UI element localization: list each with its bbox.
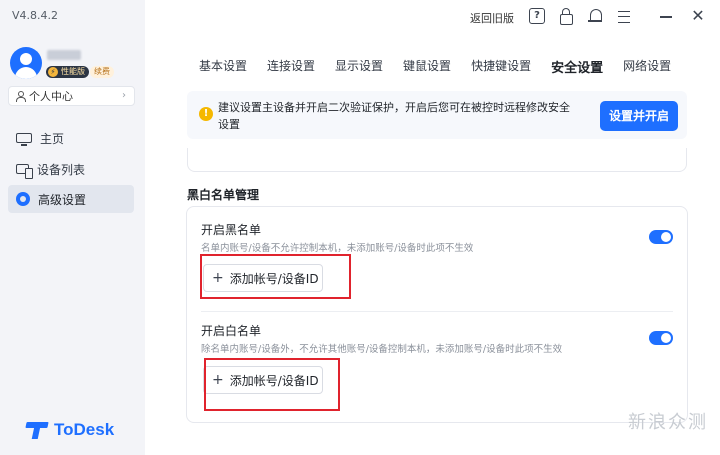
previous-card-bottom xyxy=(187,148,687,172)
sidebar-item-advanced-settings[interactable]: 高级设置 xyxy=(8,185,134,213)
title-bar: 返回旧版 ? ✕ xyxy=(145,0,720,34)
sidebar-item-devices[interactable]: 设备列表 xyxy=(8,155,134,183)
sidebar-item-label: 高级设置 xyxy=(38,192,87,207)
minimize-icon[interactable] xyxy=(658,8,674,24)
todesk-logo-icon xyxy=(26,421,48,439)
chevron-right-icon: › xyxy=(122,90,126,101)
highlight-box-blacklist xyxy=(200,254,351,299)
notice-text: 建议设置主设备并开启二次验证保护，开启后您可在被控时远程修改安全设置 xyxy=(218,101,570,131)
menu-icon[interactable] xyxy=(616,8,632,24)
blacklist-title: 开启黑名单 xyxy=(201,223,262,237)
tab-basic[interactable]: 基本设置 xyxy=(199,57,247,76)
highlight-box-whitelist xyxy=(204,358,340,411)
setup-enable-button[interactable]: 设置并开启 xyxy=(600,101,678,131)
devices-icon xyxy=(16,164,33,179)
whitelist-desc: 除名单内账号/设备外，不允许其他账号/设备控制本机，未添加账号/设备时此项不生效 xyxy=(201,344,563,355)
renew-badge[interactable]: 续费 xyxy=(90,66,114,78)
version-label: V4.8.4.2 xyxy=(12,9,59,22)
tab-network[interactable]: 网络设置 xyxy=(623,57,671,76)
whitelist-toggle[interactable] xyxy=(649,331,673,345)
username-blurred xyxy=(47,50,81,60)
section-title: 黑白名单管理 xyxy=(187,188,260,202)
avatar[interactable] xyxy=(10,47,42,79)
sidebar: V4.8.4.2 ⚡ 性能版 续费 个人中心 › 主页 设备列表 高级设置 To… xyxy=(0,0,145,455)
sidebar-item-label: 设备列表 xyxy=(37,162,86,177)
todesk-logo: ToDesk xyxy=(26,420,114,440)
monitor-icon xyxy=(16,133,32,146)
settings-tabs: 基本设置 连接设置 显示设置 键鼠设置 快捷键设置 安全设置 网络设置 xyxy=(199,57,691,76)
personal-center-label: 个人中心 xyxy=(29,90,73,103)
sidebar-item-home[interactable]: 主页 xyxy=(8,124,134,152)
tab-display[interactable]: 显示设置 xyxy=(335,57,383,76)
whitelist-title: 开启白名单 xyxy=(201,324,262,338)
lock-icon[interactable] xyxy=(558,8,574,25)
blacklist-toggle[interactable] xyxy=(649,230,673,244)
tab-connection[interactable]: 连接设置 xyxy=(267,57,315,76)
help-icon[interactable]: ? xyxy=(529,8,545,24)
gear-icon xyxy=(16,192,30,206)
bell-icon[interactable] xyxy=(587,8,603,24)
tab-keyboard-mouse[interactable]: 键鼠设置 xyxy=(403,57,451,76)
divider xyxy=(201,311,673,312)
warning-icon: ! xyxy=(199,107,213,121)
blacklist-desc: 名单内账号/设备不允许控制本机，未添加账号/设备时此项不生效 xyxy=(201,243,474,254)
tab-shortcuts[interactable]: 快捷键设置 xyxy=(471,57,531,76)
watermark: 新浪众测 xyxy=(628,412,708,433)
security-notice: ! 建议设置主设备并开启二次验证保护，开启后您可在被控时远程修改安全设置 设置并… xyxy=(187,91,687,139)
lightning-icon: ⚡ xyxy=(48,67,58,77)
user-icon xyxy=(15,91,26,102)
vip-badge[interactable]: ⚡ 性能版 xyxy=(46,66,89,78)
tab-security[interactable]: 安全设置 xyxy=(551,57,603,76)
sidebar-item-label: 主页 xyxy=(40,131,65,146)
return-old-version-link[interactable]: 返回旧版 xyxy=(470,10,514,26)
personal-center-button[interactable]: 个人中心 › xyxy=(8,86,135,106)
close-icon[interactable]: ✕ xyxy=(690,8,706,24)
